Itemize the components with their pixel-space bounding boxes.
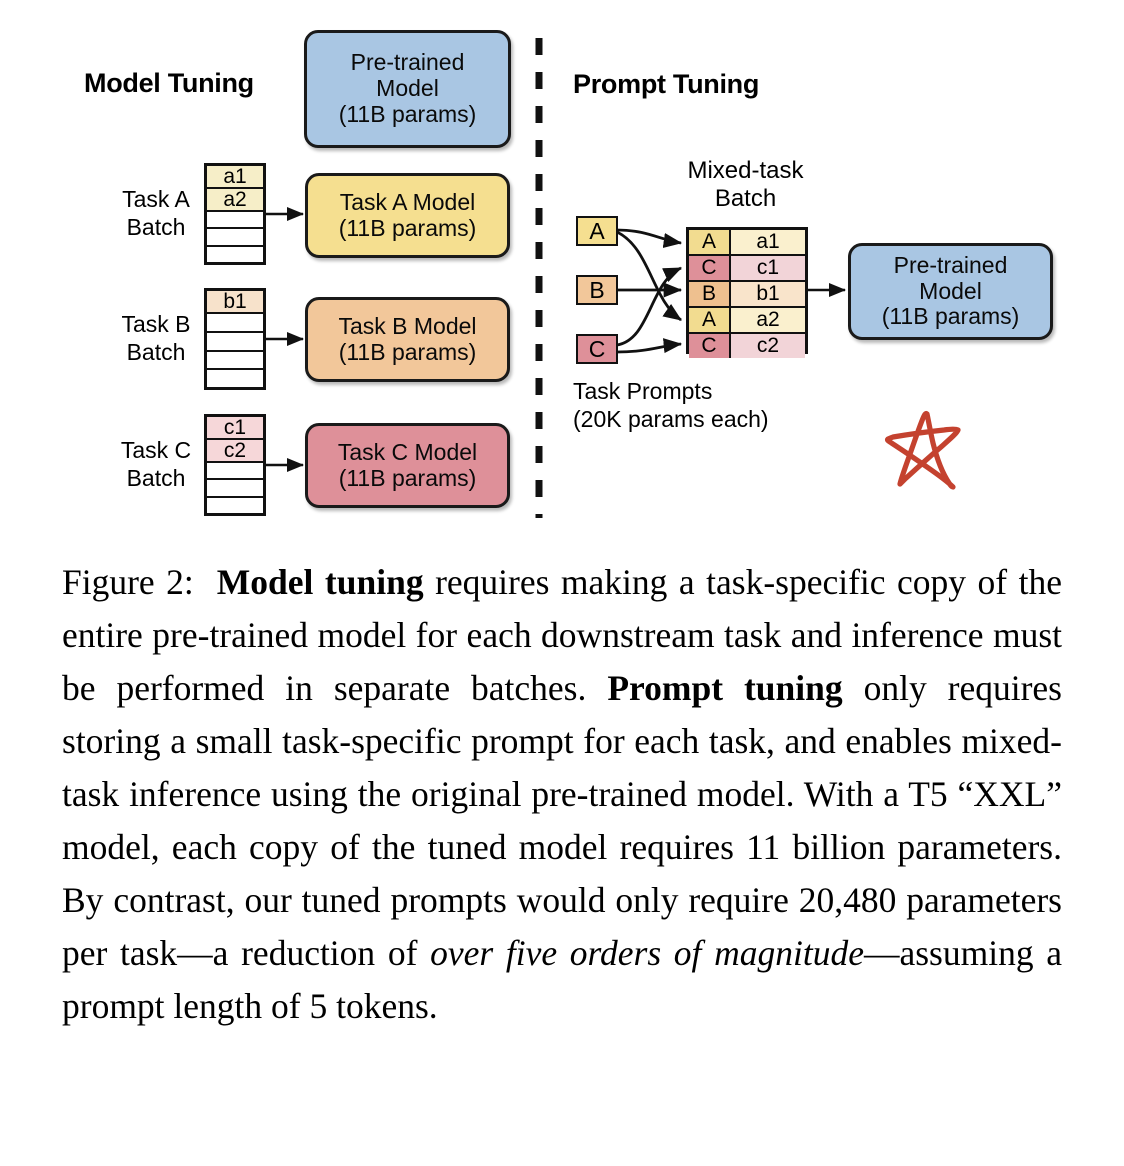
task-b-batch-cell xyxy=(207,352,263,371)
task-c-batch-cell xyxy=(207,480,263,498)
mixed-task-batch-row: A a2 xyxy=(689,308,805,334)
task-b-batch-cell xyxy=(207,370,263,387)
task-a-batch-cell: a2 xyxy=(207,189,263,212)
mixed-task-batch-label-line1: Mixed-task xyxy=(687,157,804,184)
pretrained-model-right-line2: Model xyxy=(919,277,982,304)
pretrained-model-box-right: Pre-trained Model (11B params) xyxy=(848,243,1053,340)
task-a-model-line1: Task A Model xyxy=(339,188,476,215)
prompt-chip-c: C xyxy=(576,334,618,364)
task-c-model-line2: (11B params) xyxy=(338,464,477,491)
batch-label-task-b-line2: Batch xyxy=(126,339,186,366)
mixed-row-tag: C xyxy=(689,334,731,358)
panel-title-model-tuning: Model Tuning xyxy=(84,68,254,98)
pretrained-model-box-left: Pre-trained Model (11B params) xyxy=(304,30,511,148)
task-c-model-box: Task C Model (11B params) xyxy=(305,423,510,508)
arrow-prompt-c-to-row-c2 xyxy=(616,338,683,354)
task-c-model-line1: Task C Model xyxy=(337,438,478,465)
task-a-model-line2: (11B params) xyxy=(338,214,477,241)
hand-drawn-star-icon xyxy=(885,411,961,490)
task-b-model-line1: Task B Model xyxy=(338,312,477,339)
batch-label-task-b: Task B Batch xyxy=(108,310,204,366)
task-prompts-label-line1: Task Prompts xyxy=(573,378,713,404)
mixed-task-batch-row: C c1 xyxy=(689,256,805,282)
task-a-model-box: Task A Model (11B params) xyxy=(305,173,510,258)
mixed-row-value: c2 xyxy=(731,334,805,358)
task-c-batch-grid: c1 c2 xyxy=(204,414,266,516)
panel-title-prompt-tuning: Prompt Tuning xyxy=(573,69,760,99)
caption-text-2: only requires storing a small task-speci… xyxy=(62,668,1062,973)
mixed-task-batch-label-line2: Batch xyxy=(714,185,777,213)
pretrained-model-line2: Model xyxy=(376,75,439,102)
mixed-row-value: a1 xyxy=(731,230,805,254)
mixed-row-value: c1 xyxy=(731,256,805,280)
task-a-batch-grid: a1 a2 xyxy=(204,163,266,265)
task-c-batch-cell xyxy=(207,498,263,513)
batch-label-task-a-line2: Batch xyxy=(126,214,186,241)
mixed-task-batch-row: C c2 xyxy=(689,334,805,358)
mixed-task-batch-row: B b1 xyxy=(689,282,805,308)
batch-label-task-c-line2: Batch xyxy=(126,465,186,492)
prompt-chip-b: B xyxy=(576,275,618,305)
task-a-batch-cell: a1 xyxy=(207,166,263,189)
task-b-batch-cell: b1 xyxy=(207,291,263,314)
task-a-batch-cell xyxy=(207,229,263,247)
task-b-batch-cell xyxy=(207,314,263,333)
mixed-row-value: b1 xyxy=(731,282,805,306)
prompt-chip-a: A xyxy=(576,216,618,246)
figure-2-diagram: Model Tuning Pre-trained Model (11B para… xyxy=(0,0,1124,540)
batch-label-task-c-line1: Task C xyxy=(120,437,192,463)
task-b-model-box: Task B Model (11B params) xyxy=(305,297,510,382)
caption-italic-emphasis: over five orders of magnitude xyxy=(430,933,864,973)
task-c-batch-cell: c1 xyxy=(207,417,263,440)
arrow-prompt-a-to-row-a1 xyxy=(616,228,683,249)
task-prompts-label-line2: (20K params each) xyxy=(573,405,769,432)
task-c-batch-cell: c2 xyxy=(207,440,263,463)
pretrained-model-line3: (11B params) xyxy=(338,100,477,127)
mixed-row-tag: C xyxy=(689,256,731,280)
caption-bold-prompt-tuning: Prompt tuning xyxy=(607,668,843,708)
pretrained-model-line1: Pre-trained xyxy=(350,49,465,76)
task-b-batch-cell xyxy=(207,333,263,352)
task-b-model-line2: (11B params) xyxy=(338,338,477,365)
task-c-batch-cell xyxy=(207,463,263,481)
pretrained-model-right-line3: (11B params) xyxy=(881,303,1020,330)
batch-label-task-b-line1: Task B xyxy=(121,311,191,337)
mixed-row-tag: A xyxy=(689,230,731,254)
arrow-prompt-c-to-row-c1 xyxy=(616,266,683,347)
figure-caption: Figure 2: Model tuning requires making a… xyxy=(62,556,1062,1033)
pretrained-model-right-line1: Pre-trained xyxy=(893,251,1008,278)
mixed-task-batch-table: A a1 C c1 B b1 A a2 C c2 xyxy=(686,227,808,358)
batch-label-task-a: Task A Batch xyxy=(108,185,204,241)
mixed-row-tag: B xyxy=(689,282,731,306)
caption-figure-label: Figure 2: xyxy=(62,562,194,602)
mixed-row-tag: A xyxy=(689,308,731,332)
arrow-prompt-a-to-row-a2 xyxy=(616,230,682,322)
batch-label-task-c: Task C Batch xyxy=(108,436,204,492)
task-prompts-label: Task Prompts (20K params each) xyxy=(573,378,769,433)
caption-bold-model-tuning: Model tuning xyxy=(216,562,424,602)
mixed-task-batch-row: A a1 xyxy=(689,230,805,256)
batch-label-task-a-line1: Task A xyxy=(122,186,190,212)
task-b-batch-grid: b1 xyxy=(204,288,266,390)
mixed-task-batch-label: Mixed-task Batch xyxy=(673,157,818,214)
mixed-row-value: a2 xyxy=(731,308,805,332)
task-a-batch-cell xyxy=(207,247,263,262)
task-a-batch-cell xyxy=(207,212,263,230)
